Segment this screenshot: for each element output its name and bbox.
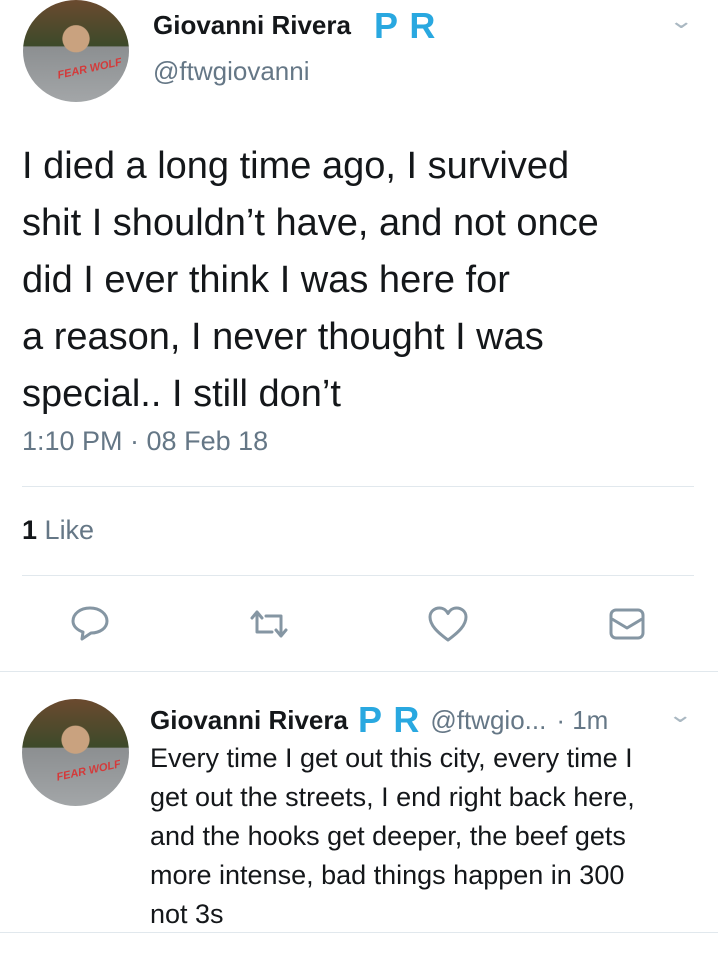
- likes-label: Like: [44, 515, 95, 545]
- author-handle[interactable]: @ftwgiovanni: [153, 56, 309, 87]
- author-avatar[interactable]: FEAR WOLF: [23, 0, 129, 102]
- retweet-button[interactable]: [246, 606, 292, 642]
- tweet-text-line: and the hooks get deeper, the beef gets: [150, 821, 626, 851]
- tweet-timestamp[interactable]: 1:10 PM · 08 Feb 18: [22, 426, 268, 457]
- tweet-text-line: Every time I get out this city, every ti…: [150, 743, 633, 773]
- likes-summary[interactable]: 1 Like: [22, 515, 94, 546]
- likes-count: 1: [22, 515, 38, 545]
- direct-message-button[interactable]: [608, 606, 646, 642]
- author-name[interactable]: Giovanni Rivera: [153, 10, 351, 41]
- like-button[interactable]: [427, 605, 469, 643]
- avatar-shirt-logo: FEAR WOLF: [56, 56, 123, 82]
- tweet-text-line: I died a long time ago, I survived: [22, 145, 570, 187]
- tweet-text-line: shit I shouldn’t have, and not once: [22, 202, 599, 244]
- divider: [22, 486, 694, 487]
- chevron-down-icon[interactable]: ⌄: [667, 702, 693, 728]
- divider: [22, 575, 694, 576]
- tweet-text-line: did I ever think I was here for: [22, 259, 510, 301]
- reply-author-handle[interactable]: @ftwgio...: [430, 705, 546, 736]
- reply-tweet-header: Giovanni Rivera P R @ftwgio... · 1m: [150, 699, 609, 740]
- tweet-text-line: more intense, bad things happen in 300: [150, 860, 625, 890]
- tweet-text-line: special.. I still don’t: [22, 373, 341, 415]
- retweet-icon: [250, 610, 288, 638]
- reply-icon: [71, 606, 109, 641]
- tweet-text-line: get out the streets, I end right back he…: [150, 782, 635, 812]
- verified-badge: P R: [357, 699, 421, 740]
- reply-time: · 1m: [556, 704, 609, 735]
- tweet-text-line: not 3s: [150, 899, 224, 929]
- reply-button[interactable]: [70, 605, 110, 641]
- heart-icon: [428, 606, 468, 642]
- tweet-text: I died a long time ago, I survived shit …: [22, 138, 702, 423]
- avatar-shirt-logo: FEAR WOLF: [55, 758, 123, 784]
- verified-badge: P R: [374, 5, 437, 46]
- envelope-icon: [609, 608, 645, 640]
- divider: [0, 671, 718, 672]
- reply-tweet-text: Every time I get out this city, every ti…: [150, 739, 710, 934]
- reply-author-avatar[interactable]: FEAR WOLF: [22, 699, 129, 806]
- tweet-text-line: a reason, I never thought I was: [22, 316, 544, 358]
- reply-author-name[interactable]: Giovanni Rivera: [150, 705, 348, 736]
- chevron-down-icon[interactable]: ⌄: [668, 8, 694, 34]
- divider: [0, 932, 718, 933]
